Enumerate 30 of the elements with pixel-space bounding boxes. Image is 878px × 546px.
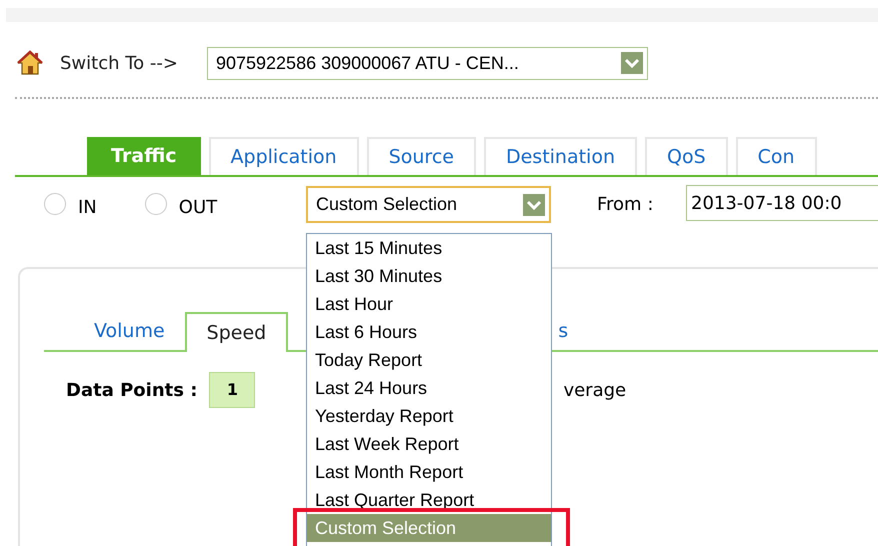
dropdown-option[interactable]: Last 15 Minutes [307, 234, 551, 262]
switch-to-label: Switch To --> [60, 52, 178, 76]
radio-label: IN [78, 196, 97, 220]
data-points-value[interactable]: 1 [209, 372, 256, 408]
aggregation-mode-label: verage [563, 378, 626, 402]
account-select[interactable]: 9075922586 309000067 ATU - CEN... [206, 46, 648, 80]
dropdown-option[interactable]: Last 6 Hours [307, 318, 551, 346]
radio-button[interactable] [144, 193, 167, 215]
tab[interactable]: Application [208, 137, 359, 175]
data-points-label: Data Points : [66, 378, 198, 402]
dropdown-option[interactable]: Last 24 Hours [307, 374, 551, 402]
dropdown-option[interactable]: Yesterday Report [307, 402, 551, 430]
dropdown-option[interactable]: Last 30 Minutes [307, 262, 551, 290]
dropdown-option[interactable]: Last Quarter Report [307, 486, 551, 514]
subtab[interactable]: Speed [184, 312, 288, 352]
from-label: From : [597, 193, 654, 217]
dropdown-option[interactable]: Last Week Report [307, 430, 551, 458]
home-icon[interactable] [17, 50, 43, 76]
tab[interactable]: Destination [484, 137, 637, 175]
tab[interactable]: Source [366, 137, 476, 175]
radio-label: OUT [178, 196, 218, 220]
from-date-field[interactable]: 2013-07-18 00:0 [686, 185, 878, 221]
radio-button[interactable] [44, 193, 66, 215]
dropdown-option[interactable]: Today Report [307, 346, 551, 374]
dropdown-option[interactable]: Last Hour [307, 290, 551, 318]
period-select[interactable]: Custom Selection [306, 186, 551, 223]
subtab[interactable]: Volume [74, 312, 185, 350]
dropdown-option[interactable]: Last Month Report [307, 458, 551, 486]
tab[interactable]: Con [736, 137, 817, 175]
tab[interactable]: QoS [645, 137, 728, 175]
